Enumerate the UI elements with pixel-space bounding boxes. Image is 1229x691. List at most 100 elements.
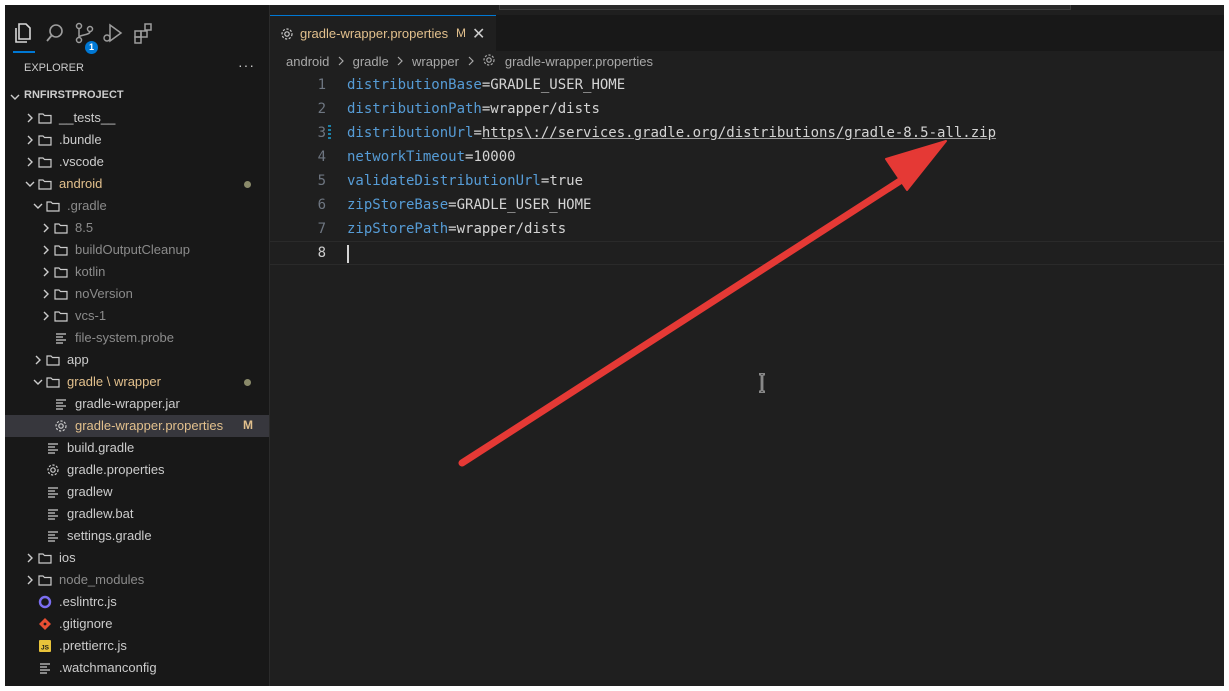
tab-label: gradle-wrapper.properties: [300, 26, 449, 41]
tree-item[interactable]: gradle \ wrapper: [5, 371, 269, 393]
tree-item[interactable]: noVersion: [5, 283, 269, 305]
property-value-link[interactable]: https\://services.gradle.org/distributio…: [482, 125, 996, 141]
tree-item-label: buildOutputCleanup: [75, 242, 190, 257]
tree-item[interactable]: settings.gradle: [5, 525, 269, 547]
tree-item[interactable]: buildOutputCleanup: [5, 239, 269, 261]
line-number: 6: [317, 197, 326, 213]
tree-item-label: vcs-1: [75, 308, 107, 323]
tree-item[interactable]: .vscode: [5, 151, 269, 173]
close-icon[interactable]: ✕: [472, 24, 485, 44]
tree-item-label: gradle-wrapper.properties: [75, 418, 224, 433]
folder-icon: [38, 573, 52, 587]
code-line[interactable]: 4 networkTimeout=10000: [270, 145, 1224, 169]
tree-item-label: node_modules: [59, 572, 145, 587]
line-number: 2: [317, 101, 326, 117]
mouse-ibeam-icon: [759, 373, 765, 393]
tree-item-label: .prettierrc.js: [59, 638, 127, 653]
tree-item-label: settings.gradle: [67, 528, 152, 543]
code-editor[interactable]: 1 distributionBase=GRADLE_USER_HOME 2 di…: [270, 73, 1224, 686]
breadcrumb-item[interactable]: gradle-wrapper.properties: [505, 54, 653, 69]
tree-item-label: .watchmanconfig: [59, 660, 157, 675]
chevron-right-icon: [337, 54, 345, 69]
tree-item[interactable]: JS .prettierrc.js: [5, 635, 269, 657]
modified-dot: [244, 181, 251, 188]
property-key: distributionPath: [347, 101, 482, 117]
code-line-current[interactable]: 8: [270, 241, 1224, 265]
folder-icon: [54, 287, 68, 301]
chevron-right-icon[interactable]: [40, 288, 52, 300]
tree-item[interactable]: .gitignore: [5, 613, 269, 635]
tree-item-label: .gitignore: [59, 616, 113, 631]
file-icon: [54, 397, 68, 411]
breadcrumb-item[interactable]: gradle: [353, 54, 389, 69]
tree-item-label: gradle-wrapper.jar: [75, 396, 180, 411]
svg-text:JS: JS: [41, 645, 50, 652]
chevron-right-icon[interactable]: [24, 552, 36, 564]
tab-gradle-wrapper-properties[interactable]: gradle-wrapper.properties M ✕: [270, 15, 496, 52]
git-icon: [38, 617, 52, 631]
command-center[interactable]: [499, 5, 1071, 10]
tree-item[interactable]: gradle-wrapper.properties M: [5, 415, 269, 437]
property-key: zipStoreBase: [347, 197, 449, 213]
chevron-right-icon[interactable]: [40, 266, 52, 278]
tree-item[interactable]: gradlew.bat: [5, 503, 269, 525]
chevron-right-icon[interactable]: [40, 244, 52, 256]
chevron-right-icon[interactable]: [24, 156, 36, 168]
tab-modified-flag: M: [456, 26, 466, 40]
tree-item[interactable]: .bundle: [5, 129, 269, 151]
chevron-right-icon[interactable]: [40, 310, 52, 322]
tree-item[interactable]: node_modules: [5, 569, 269, 591]
chevron-right-icon[interactable]: [24, 574, 36, 586]
tree-item-label: gradlew: [67, 484, 113, 499]
chevron-right-icon[interactable]: [40, 222, 52, 234]
extensions-icon[interactable]: [132, 21, 156, 45]
tree-item[interactable]: gradle-wrapper.jar: [5, 393, 269, 415]
chevron-down-icon[interactable]: [32, 200, 44, 212]
code-line[interactable]: 6 zipStoreBase=GRADLE_USER_HOME: [270, 193, 1224, 217]
chevron-right-icon[interactable]: [24, 134, 36, 146]
tree-item[interactable]: gradlew: [5, 481, 269, 503]
tree-item[interactable]: build.gradle: [5, 437, 269, 459]
breadcrumb-item[interactable]: android: [286, 54, 329, 69]
property-value: 10000: [473, 149, 516, 165]
code-line[interactable]: 1 distributionBase=GRADLE_USER_HOME: [270, 73, 1224, 97]
search-icon[interactable]: [43, 21, 67, 45]
code-line[interactable]: 3 distributionUrl=https\://services.grad…: [270, 121, 1224, 145]
chevron-right-icon: [467, 54, 475, 69]
tree-item[interactable]: file-system.probe: [5, 327, 269, 349]
chevron-right-icon[interactable]: [24, 112, 36, 124]
tree-item[interactable]: .eslintrc.js: [5, 591, 269, 613]
code-line[interactable]: 2 distributionPath=wrapper/dists: [270, 97, 1224, 121]
tree-item[interactable]: kotlin: [5, 261, 269, 283]
folder-icon: [46, 199, 60, 213]
files-icon[interactable]: [11, 21, 35, 45]
chevron-down-icon[interactable]: [32, 376, 44, 388]
line-number: 5: [317, 173, 326, 189]
file-tree: __tests__ .bundle .vscode android .gradle 8.5…: [5, 107, 269, 679]
tree-item[interactable]: ios: [5, 547, 269, 569]
chevron-right-icon: [396, 54, 404, 69]
code-line[interactable]: 7 zipStorePath=wrapper/dists: [270, 217, 1224, 241]
tree-item[interactable]: vcs-1: [5, 305, 269, 327]
chevron-down-icon[interactable]: [24, 178, 36, 190]
tree-item[interactable]: app: [5, 349, 269, 371]
run-debug-icon[interactable]: [101, 21, 125, 45]
tree-item[interactable]: gradle.properties: [5, 459, 269, 481]
tree-item[interactable]: __tests__: [5, 107, 269, 129]
folder-icon: [54, 243, 68, 257]
more-actions-button[interactable]: ···: [238, 57, 255, 73]
tree-item[interactable]: .watchmanconfig: [5, 657, 269, 679]
explorer-title: EXPLORER: [24, 62, 84, 74]
file-icon: [46, 485, 60, 499]
tree-item-label: noVersion: [75, 286, 133, 301]
code-line[interactable]: 5 validateDistributionUrl=true: [270, 169, 1224, 193]
tree-item[interactable]: android: [5, 173, 269, 195]
tree-item[interactable]: 8.5: [5, 217, 269, 239]
tree-item-label: ios: [59, 550, 76, 565]
tree-item-label: gradle.properties: [67, 462, 165, 477]
project-header[interactable]: RNFIRSTPROJECT: [5, 86, 269, 106]
line-number: 8: [317, 245, 326, 261]
chevron-right-icon[interactable]: [32, 354, 44, 366]
breadcrumb-item[interactable]: wrapper: [412, 54, 459, 69]
tree-item[interactable]: .gradle: [5, 195, 269, 217]
